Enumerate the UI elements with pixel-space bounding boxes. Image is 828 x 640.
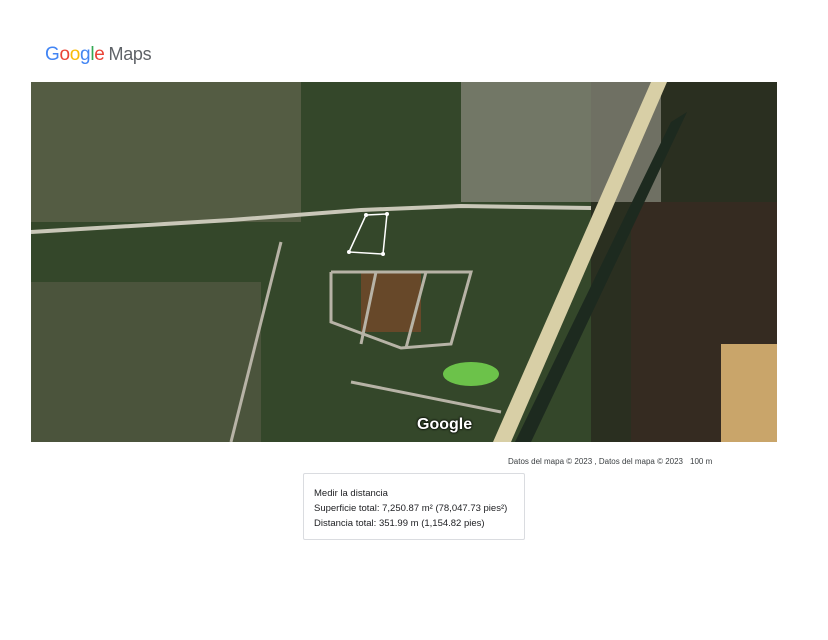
logo-letter: e	[94, 44, 105, 65]
logo-letter: o	[69, 44, 81, 65]
logo-letter: g	[80, 44, 91, 65]
google-maps-logo: Google Maps	[45, 44, 152, 70]
measure-distance: Distancia total: 351.99 m (1,154.82 pies…	[314, 518, 485, 529]
measure-area: Superficie total: 7,250.87 m² (78,047.73…	[314, 503, 508, 514]
satellite-map[interactable]: Google	[31, 82, 777, 442]
logo-letter: o	[59, 44, 70, 65]
google-wordmark: Google	[45, 44, 105, 66]
maps-label: Maps	[108, 44, 152, 64]
scale-label: 100 m	[690, 457, 713, 466]
logo-letter: G	[45, 44, 60, 65]
map-imagery	[31, 82, 777, 442]
map-attribution: Datos del mapa © 2023 , Datos del mapa ©…	[508, 457, 684, 466]
measure-distance-card: Medir la distancia Superficie total: 7,2…	[303, 473, 525, 540]
measure-title: Medir la distancia	[314, 488, 388, 499]
google-watermark: Google	[417, 416, 473, 433]
